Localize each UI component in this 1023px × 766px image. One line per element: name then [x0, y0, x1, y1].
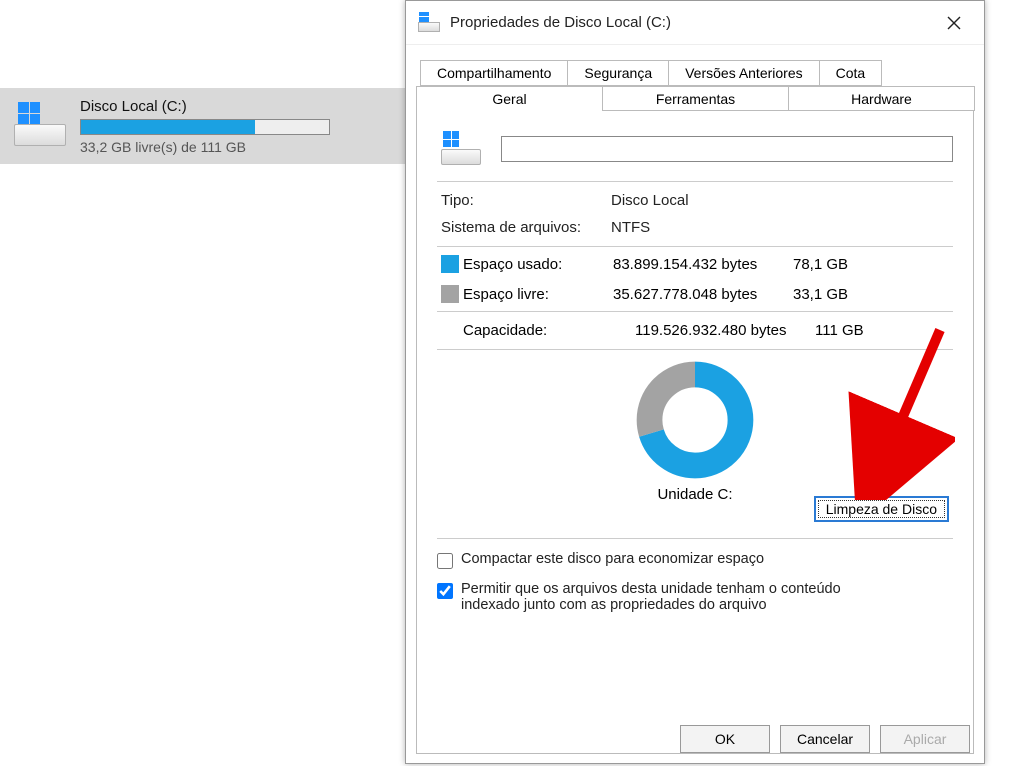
tab-cota[interactable]: Cota	[819, 60, 883, 86]
compress-label: Compactar este disco para economizar esp…	[461, 551, 764, 567]
drive-icon	[418, 14, 440, 32]
drive-icon	[14, 106, 66, 146]
drive-subtitle: 33,2 GB livre(s) de 111 GB	[80, 139, 391, 155]
index-label: Permitir que os arquivos desta unidade t…	[461, 581, 841, 613]
volume-name-input[interactable]	[501, 136, 953, 162]
properties-dialog: Propriedades de Disco Local (C:) Compart…	[405, 0, 985, 764]
compress-checkbox[interactable]	[437, 553, 453, 569]
index-checkbox[interactable]	[437, 583, 453, 599]
titlebar[interactable]: Propriedades de Disco Local (C:)	[406, 1, 984, 45]
used-bytes: 83.899.154.432 bytes	[613, 256, 793, 273]
drive-title: Disco Local (C:)	[80, 98, 391, 115]
tab-segurança[interactable]: Segurança	[567, 60, 669, 86]
tab-ferramentas[interactable]: Ferramentas	[602, 86, 789, 111]
filesystem-value: NTFS	[611, 219, 949, 236]
free-label: Espaço livre:	[463, 286, 613, 303]
capacity-gb: 111 GB	[815, 322, 895, 339]
disk-usage-chart	[635, 360, 755, 480]
drive-icon	[441, 133, 481, 165]
free-color-swatch	[441, 285, 459, 303]
drive-usage-bar	[80, 119, 330, 135]
type-value: Disco Local	[611, 192, 949, 209]
disk-cleanup-button[interactable]: Limpeza de Disco	[814, 496, 949, 522]
type-label: Tipo:	[441, 192, 611, 209]
capacity-label: Capacidade:	[463, 322, 635, 339]
dialog-title: Propriedades de Disco Local (C:)	[450, 14, 932, 31]
close-icon	[947, 16, 961, 30]
free-bytes: 35.627.778.048 bytes	[613, 286, 793, 303]
apply-button: Aplicar	[880, 725, 970, 753]
filesystem-label: Sistema de arquivos:	[441, 219, 611, 236]
disk-cleanup-label: Limpeza de Disco	[826, 501, 937, 517]
capacity-bytes: 119.526.932.480 bytes	[635, 322, 815, 339]
tab-versões-anteriores[interactable]: Versões Anteriores	[668, 60, 820, 86]
used-label: Espaço usado:	[463, 256, 613, 273]
cancel-button[interactable]: Cancelar	[780, 725, 870, 753]
close-button[interactable]	[932, 7, 976, 39]
ok-button[interactable]: OK	[680, 725, 770, 753]
drive-list-item[interactable]: Disco Local (C:) 33,2 GB livre(s) de 111…	[0, 88, 405, 164]
index-checkbox-row[interactable]: Permitir que os arquivos desta unidade t…	[437, 581, 953, 613]
used-color-swatch	[441, 255, 459, 273]
tab-panel-general: Tipo: Disco Local Sistema de arquivos: N…	[416, 110, 974, 754]
used-gb: 78,1 GB	[793, 256, 873, 273]
free-gb: 33,1 GB	[793, 286, 873, 303]
tab-hardware[interactable]: Hardware	[788, 86, 975, 111]
compress-checkbox-row[interactable]: Compactar este disco para economizar esp…	[437, 551, 953, 569]
tab-compartilhamento[interactable]: Compartilhamento	[420, 60, 568, 86]
tab-geral[interactable]: Geral	[416, 86, 603, 111]
